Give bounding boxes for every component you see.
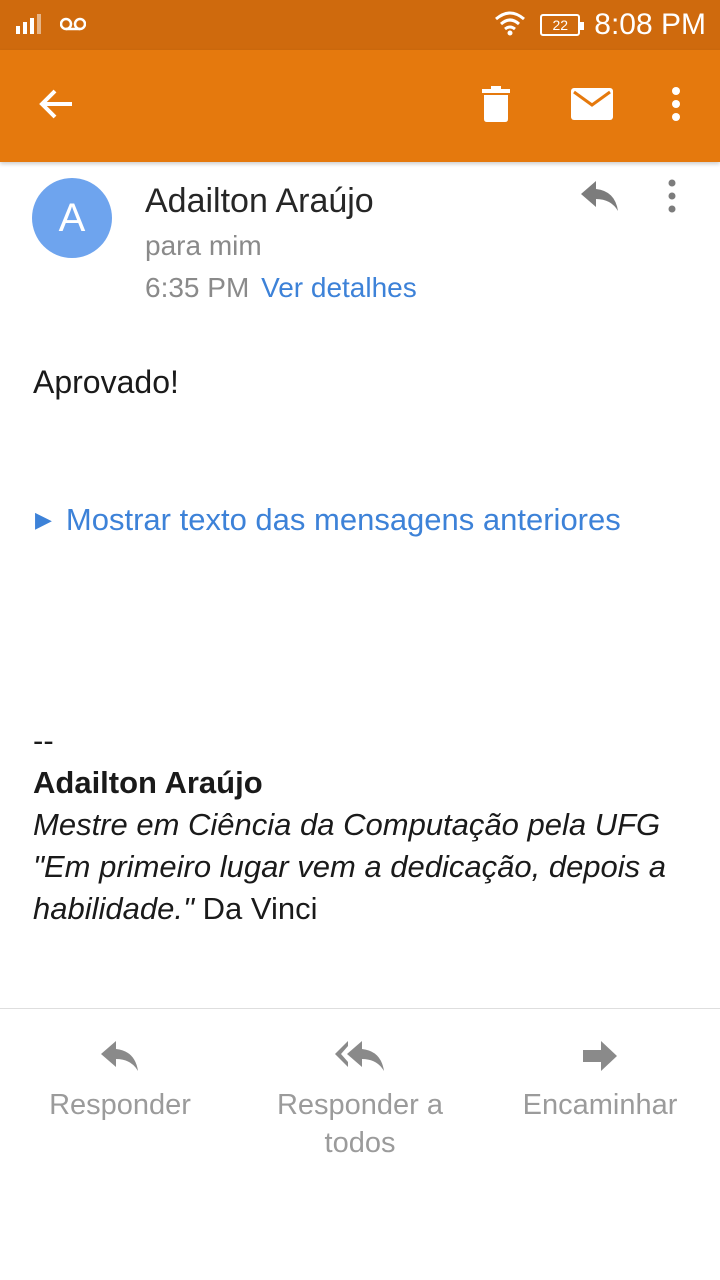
app-bar — [0, 50, 720, 162]
signal-icon — [16, 12, 46, 39]
more-options-button[interactable] — [646, 50, 706, 162]
action-row: Responder Responder a todos Encaminhar — [0, 1030, 720, 1180]
reply-icon — [101, 1030, 139, 1082]
clock: 8:08 PM — [594, 8, 706, 41]
battery-level: 22 — [552, 17, 569, 33]
back-button[interactable] — [20, 50, 92, 162]
reply-all-action-button[interactable]: Responder a todos — [250, 1030, 470, 1162]
message-time: 6:35 PM — [145, 272, 250, 303]
message-meta: 6:35 PM Ver detalhes — [145, 272, 417, 304]
sender-name: Adailton Araújo — [145, 182, 374, 220]
mail-icon — [571, 87, 613, 125]
status-bar: 22 8:08 PM — [0, 0, 720, 50]
reply-label: Responder — [49, 1089, 191, 1121]
message-more-button[interactable] — [648, 172, 696, 224]
more-vert-icon — [671, 86, 681, 126]
recipient-line: para mim — [145, 230, 262, 261]
reply-all-label: Responder a todos — [276, 1089, 444, 1159]
reply-action-button[interactable]: Responder — [10, 1030, 230, 1124]
signature-quote: "Em primeiro lugar vem a dedicação, depo… — [33, 849, 667, 926]
mark-unread-button[interactable] — [556, 50, 628, 162]
signature-name: Adailton Araújo — [33, 765, 263, 800]
signature-quote-line: "Em primeiro lugar vem a dedicação, depo… — [33, 846, 693, 930]
avatar-letter: A — [58, 195, 86, 240]
reply-all-icon — [335, 1030, 385, 1082]
forward-label: Encaminhar — [522, 1089, 678, 1121]
signature: -- Adailton Araújo Mestre em Ciência da … — [33, 720, 693, 930]
view-details-link[interactable]: Ver detalhes — [261, 272, 417, 303]
divider — [0, 1008, 720, 1009]
show-quoted-text-link[interactable]: ▶ Mostrar texto das mensagens anteriores — [35, 502, 621, 538]
delete-button[interactable] — [460, 50, 532, 162]
back-arrow-icon — [38, 86, 74, 127]
signature-title: Mestre em Ciência da Computação pela UFG — [33, 807, 661, 842]
forward-icon — [583, 1030, 617, 1082]
message-header: A Adailton Araújo para mim 6:35 PM Ver d… — [0, 162, 720, 322]
wifi-icon — [494, 10, 526, 41]
forward-action-button[interactable]: Encaminhar — [490, 1030, 710, 1124]
expand-triangle-icon: ▶ — [35, 507, 52, 532]
reply-button[interactable] — [574, 172, 626, 224]
avatar[interactable]: A — [32, 178, 112, 258]
trash-icon — [481, 85, 511, 127]
battery-icon: 22 — [540, 14, 585, 36]
reply-icon — [581, 180, 619, 216]
more-vert-icon — [667, 179, 677, 218]
voicemail-icon — [59, 15, 87, 36]
signature-quote-author: Da Vinci — [202, 891, 318, 926]
message-body: Aprovado! — [33, 364, 179, 400]
signature-separator: -- — [33, 723, 54, 758]
show-quoted-label: Mostrar texto das mensagens anteriores — [65, 502, 621, 537]
